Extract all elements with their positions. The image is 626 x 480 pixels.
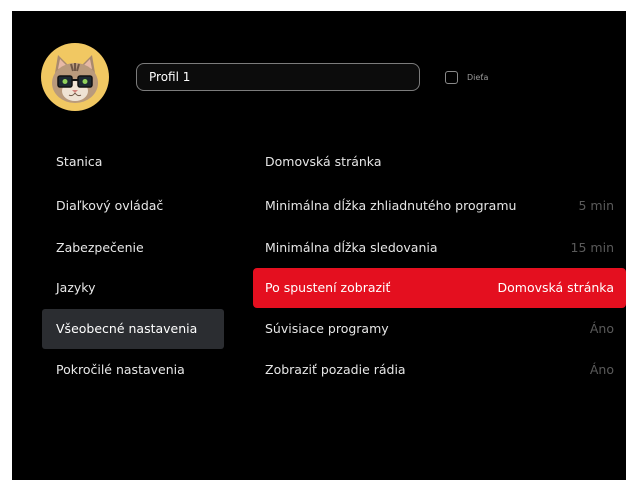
menu-item-security[interactable]: Zabezpečenie	[42, 228, 224, 268]
setting-label: Domovská stránka	[265, 154, 382, 169]
settings-screen: Dieťa Stanica Diaľkový ovládač Zabezpeče…	[12, 11, 626, 480]
setting-value: 15 min	[570, 240, 614, 255]
kid-profile-checkbox[interactable]	[445, 71, 458, 84]
menu-item-advanced-settings[interactable]: Pokročilé nastavenia	[42, 350, 224, 390]
setting-row-radio-background[interactable]: Zobraziť pozadie rádia Áno	[253, 350, 626, 390]
menu-item-label: Zabezpečenie	[56, 240, 144, 255]
kid-profile-label: Dieťa	[467, 73, 489, 82]
setting-label: Minimálna dĺžka sledovania	[265, 240, 438, 255]
setting-row-home-page[interactable]: Domovská stránka	[253, 142, 626, 182]
setting-row-min-watched-length[interactable]: Minimálna dĺžka zhliadnutého programu 5 …	[253, 186, 626, 226]
setting-label: Po spustení zobraziť	[265, 280, 391, 295]
setting-row-min-viewing-length[interactable]: Minimálna dĺžka sledovania 15 min	[253, 228, 626, 268]
menu-item-stanica[interactable]: Stanica	[42, 142, 224, 182]
setting-value: Domovská stránka	[497, 280, 614, 295]
setting-row-related-programs[interactable]: Súvisiace programy Áno	[253, 309, 626, 349]
setting-value: Áno	[589, 362, 614, 377]
profile-name-input[interactable]	[136, 63, 420, 91]
menu-item-label: Všeobecné nastavenia	[56, 321, 198, 336]
setting-row-show-on-startup[interactable]: Po spustení zobraziť Domovská stránka	[253, 268, 626, 308]
menu-item-general-settings[interactable]: Všeobecné nastavenia	[42, 309, 224, 349]
menu-item-languages[interactable]: Jazyky	[42, 268, 224, 308]
menu-item-label: Pokročilé nastavenia	[56, 362, 185, 377]
profile-avatar[interactable]	[41, 43, 109, 111]
setting-label: Minimálna dĺžka zhliadnutého programu	[265, 198, 517, 213]
menu-item-label: Diaľkový ovládač	[56, 198, 164, 213]
menu-item-label: Stanica	[56, 154, 103, 169]
menu-item-remote[interactable]: Diaľkový ovládač	[42, 186, 224, 226]
setting-value: Áno	[589, 321, 614, 336]
setting-value: 5 min	[578, 198, 615, 213]
cat-with-glasses-icon	[52, 55, 98, 103]
setting-label: Súvisiace programy	[265, 321, 389, 336]
setting-label: Zobraziť pozadie rádia	[265, 362, 406, 377]
menu-item-label: Jazyky	[56, 280, 96, 295]
